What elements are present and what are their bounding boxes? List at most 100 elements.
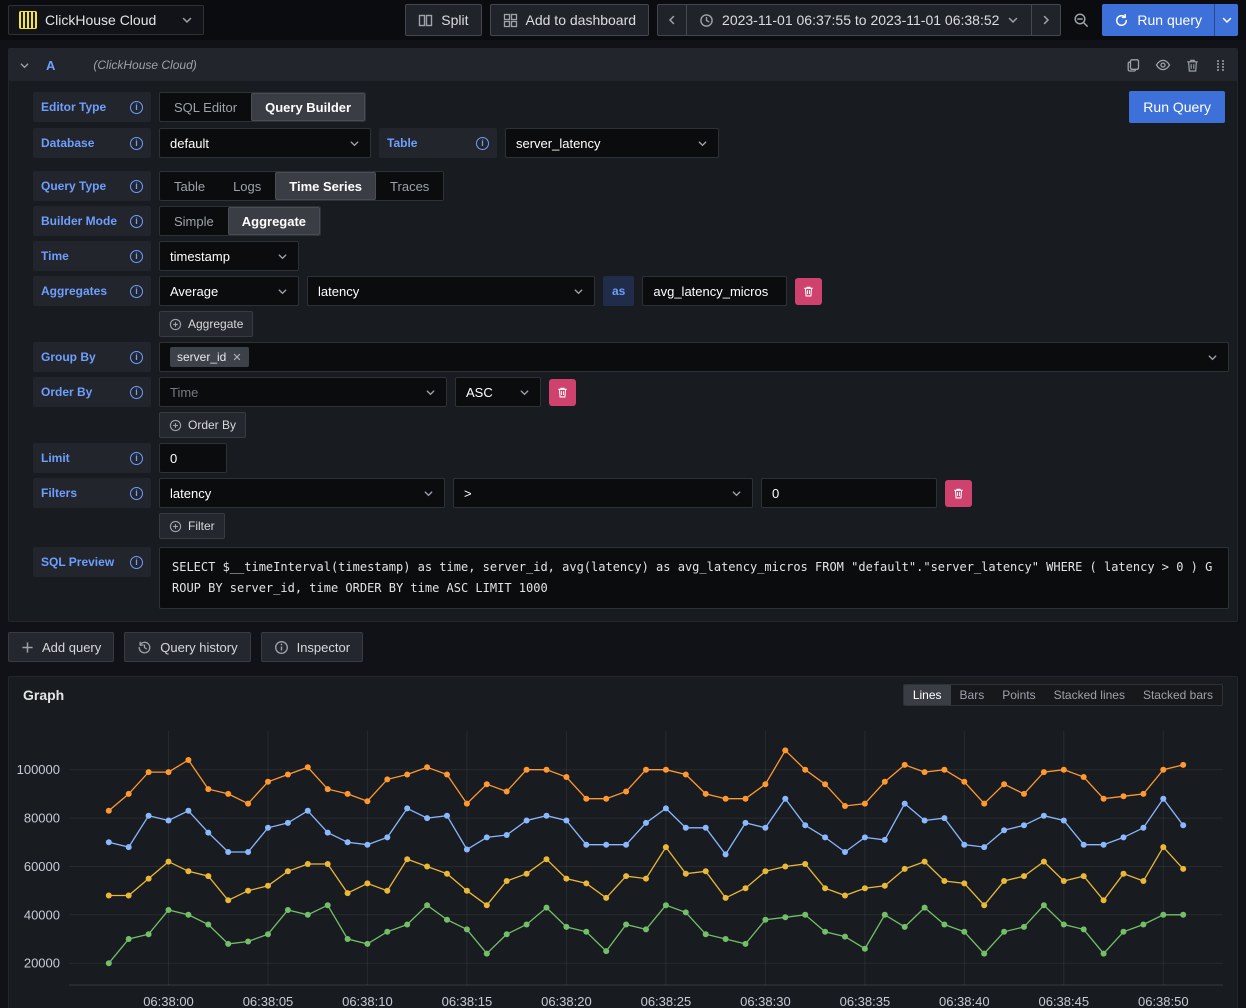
svg-text:06:38:05: 06:38:05	[243, 994, 294, 1008]
chevron-right-icon	[1040, 14, 1052, 26]
graph-style-stacked-lines[interactable]: Stacked lines	[1045, 685, 1134, 705]
time-column-label: Timei	[33, 241, 151, 271]
split-button[interactable]: Split	[405, 4, 481, 36]
group-by-chip[interactable]: server_id ✕	[170, 347, 249, 367]
time-column-select[interactable]: timestamp	[159, 241, 299, 271]
datasource-picker[interactable]: ClickHouse Cloud	[8, 5, 204, 35]
editor-type-query-builder[interactable]: Query Builder	[251, 93, 365, 121]
time-range-picker[interactable]: 2023-11-01 06:37:55 to 2023-11-01 06:38:…	[686, 4, 1031, 36]
aggregate-function-select[interactable]: Average	[159, 276, 299, 306]
editor-type-label: Editor Typei	[33, 92, 151, 122]
graph-style-bars[interactable]: Bars	[951, 685, 994, 705]
filter-field-select[interactable]: latency	[159, 478, 445, 508]
query-header: A (ClickHouse Cloud)	[9, 49, 1237, 81]
duplicate-query-icon[interactable]	[1126, 58, 1141, 73]
query-type-logs[interactable]: Logs	[219, 172, 275, 200]
query-type-table[interactable]: Table	[160, 172, 219, 200]
add-filter-button[interactable]: Filter	[159, 513, 225, 539]
chevron-down-icon	[731, 488, 742, 499]
svg-text:06:38:25: 06:38:25	[641, 994, 692, 1008]
editor-type-toggle: SQL Editor Query Builder	[159, 92, 366, 122]
delete-query-icon[interactable]	[1185, 58, 1200, 73]
info-icon: i	[130, 180, 143, 193]
query-history-button[interactable]: Query history	[124, 632, 250, 662]
add-query-button[interactable]: Add query	[8, 632, 114, 662]
database-select[interactable]: default	[159, 128, 371, 158]
time-shift-back-button[interactable]	[657, 4, 686, 36]
svg-text:80000: 80000	[24, 811, 60, 826]
aggregate-column-select[interactable]: latency	[307, 276, 595, 306]
zoom-out-button[interactable]	[1069, 4, 1094, 36]
svg-text:06:38:50: 06:38:50	[1138, 994, 1189, 1008]
order-by-direction-select[interactable]: ASC	[455, 377, 541, 407]
remove-aggregate-button[interactable]	[795, 278, 822, 305]
time-range-group: 2023-11-01 06:37:55 to 2023-11-01 06:38:…	[657, 4, 1061, 36]
table-select[interactable]: server_latency	[505, 128, 719, 158]
chevron-down-icon	[277, 251, 288, 262]
builder-mode-toggle: Simple Aggregate	[159, 206, 321, 236]
info-icon: i	[130, 487, 143, 500]
editor-type-sql-editor[interactable]: SQL Editor	[160, 93, 251, 121]
svg-text:100000: 100000	[17, 762, 60, 777]
time-range-text: 2023-11-01 06:37:55 to 2023-11-01 06:38:…	[722, 12, 999, 28]
plus-circle-icon	[169, 318, 182, 331]
svg-text:06:38:35: 06:38:35	[840, 994, 891, 1008]
remove-order-by-button[interactable]	[549, 379, 576, 406]
table-label: Tablei	[379, 128, 497, 158]
info-icon: i	[130, 452, 143, 465]
svg-text:60000: 60000	[24, 859, 60, 874]
info-icon: i	[130, 137, 143, 150]
graph-style-toggle: Lines Bars Points Stacked lines Stacked …	[903, 684, 1223, 706]
query-ref-id: A	[46, 58, 55, 73]
clock-icon	[699, 13, 714, 28]
group-by-multiselect[interactable]: server_id ✕	[159, 342, 1229, 372]
remove-chip-icon[interactable]: ✕	[232, 351, 241, 364]
filter-operator-select[interactable]: >	[453, 478, 753, 508]
svg-text:06:38:15: 06:38:15	[442, 994, 493, 1008]
query-type-time-series[interactable]: Time Series	[275, 172, 376, 200]
limit-input[interactable]: 0	[159, 443, 227, 473]
run-query-dropdown-button[interactable]	[1214, 4, 1238, 36]
add-aggregate-button[interactable]: Aggregate	[159, 311, 253, 337]
graph-style-points[interactable]: Points	[993, 685, 1044, 705]
aggregate-alias-input[interactable]: avg_latency_micros	[642, 276, 787, 306]
add-to-dashboard-button[interactable]: Add to dashboard	[490, 4, 650, 36]
chevron-down-icon	[277, 286, 288, 297]
info-icon: i	[130, 250, 143, 263]
inspector-button[interactable]: Inspector	[261, 632, 363, 662]
info-icon: i	[476, 137, 489, 150]
builder-mode-simple[interactable]: Simple	[160, 207, 228, 235]
run-query-panel-button[interactable]: Run Query	[1129, 91, 1225, 123]
info-icon: i	[130, 285, 143, 298]
run-query-label: Run query	[1137, 12, 1202, 28]
order-by-field-select[interactable]: Time	[159, 377, 447, 407]
graph-panel: Graph Lines Bars Points Stacked lines St…	[8, 676, 1238, 1008]
sync-icon	[1114, 13, 1129, 28]
builder-mode-aggregate[interactable]: Aggregate	[228, 207, 320, 235]
filter-value-input[interactable]: 0	[761, 478, 937, 508]
svg-text:06:38:30: 06:38:30	[740, 994, 791, 1008]
sql-preview-label: SQL Previewi	[33, 547, 151, 577]
chevron-down-icon	[349, 138, 360, 149]
history-icon	[137, 640, 152, 655]
time-shift-forward-button[interactable]	[1031, 4, 1061, 36]
info-icon: i	[130, 556, 143, 569]
drag-handle-icon[interactable]	[1214, 59, 1227, 72]
toggle-visibility-icon[interactable]	[1155, 57, 1171, 73]
run-query-button[interactable]: Run query	[1102, 4, 1214, 36]
time-series-chart[interactable]: 2000040000600008000010000006:38:0006:38:…	[17, 721, 1231, 1008]
svg-text:20000: 20000	[24, 956, 60, 971]
limit-label: Limiti	[33, 443, 151, 473]
remove-filter-button[interactable]	[945, 480, 972, 507]
query-type-traces[interactable]: Traces	[376, 172, 443, 200]
query-datasource-hint: (ClickHouse Cloud)	[93, 58, 196, 72]
builder-mode-label: Builder Modei	[33, 206, 151, 236]
graph-panel-title: Graph	[23, 687, 64, 703]
graph-style-stacked-bars[interactable]: Stacked bars	[1134, 685, 1222, 705]
collapse-chevron-icon[interactable]	[19, 60, 30, 71]
chevron-down-icon	[519, 387, 530, 398]
database-label: Databasei	[33, 128, 151, 158]
add-order-by-button[interactable]: Order By	[159, 412, 246, 438]
order-by-label: Order Byi	[33, 377, 151, 407]
graph-style-lines[interactable]: Lines	[904, 685, 951, 705]
